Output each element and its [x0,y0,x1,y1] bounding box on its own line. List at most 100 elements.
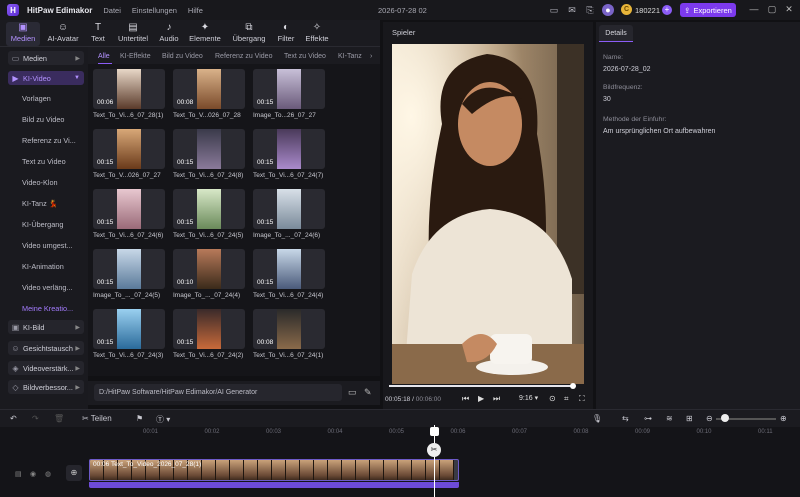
sidebar-item-ki-video[interactable]: ▶ KI-Video ▼ [8,71,84,85]
media-item[interactable]: 00:15 Image_To...26_07_27 [253,69,325,119]
undo-icon[interactable]: ↶ [10,414,17,423]
text-tool-icon[interactable]: Ⓣ ▾ [156,414,170,425]
scissors-icon[interactable]: ✂ [427,443,441,457]
link-icon[interactable]: ⇆ [622,414,629,423]
media-thumbnail[interactable]: 00:15 [93,129,165,169]
tab-text[interactable]: T Text [86,22,110,46]
prev-frame-icon[interactable]: ⏮ [462,394,469,404]
sidebar-item-vorlagen[interactable]: Vorlagen [22,94,51,103]
sidebar-item-medien[interactable]: ▭ Medien ▶ [8,51,84,65]
close-icon[interactable]: ✕ [783,4,795,15]
menu-einstellungen[interactable]: Einstellungen [132,6,177,15]
media-thumbnail[interactable]: 00:10 [173,249,245,289]
time-ruler[interactable]: 00:01 00:02 00:03 00:04 00:05 00:06 00:07 00:08… [88,427,800,439]
media-thumbnail[interactable]: 00:15 [253,249,325,289]
track-mute-icon[interactable]: ◍ [45,470,51,478]
media-thumbnail[interactable]: 00:15 [93,309,165,349]
split-button[interactable]: ✂ Teilen [82,414,112,423]
video-preview[interactable] [392,44,584,406]
play-icon[interactable]: ▶ [478,394,484,403]
tab-uebergang[interactable]: ⧉ Übergang [229,22,269,46]
sidebar-item-referenz-zu-video[interactable]: Referenz zu Vi... [22,136,76,145]
media-item[interactable]: 00:15 Text_To_Vi...6_07_24(3) [93,309,165,359]
tab-alle[interactable]: Alle [98,53,110,60]
media-item[interactable]: 00:15 Image_To_..._07_24(5) [93,249,165,299]
sidebar-item-ki-bild[interactable]: ▣ KI-Bild ▶ [8,320,84,334]
sidebar-item-meine-kreationen[interactable]: Meine Kreatio... [22,304,73,313]
delete-icon[interactable]: 🗑 [54,414,64,423]
next-frame-icon[interactable]: ⏭ [493,394,500,404]
track-visibility-icon[interactable]: ◉ [30,470,36,478]
sidebar-item-video-verlaengern[interactable]: Video verläng... [22,283,73,292]
media-item[interactable]: 00:15 Text_To_Vi...6_07_24(8) [173,129,245,179]
menu-hilfe[interactable]: Hilfe [188,6,203,15]
crop-icon[interactable]: ⌗ [564,394,569,404]
tab-audio[interactable]: ♪ Audio [156,22,182,46]
media-item[interactable]: 00:15 Text_To_Vi...6_07_24(5) [173,189,245,239]
timeline[interactable]: 00:01 00:02 00:03 00:04 00:05 00:06 00:07 00:08… [0,425,800,497]
edit-icon[interactable]: ✎ [364,387,372,398]
media-thumbnail[interactable]: 00:08 [173,69,245,109]
marker-icon[interactable]: ⚑ [136,414,143,423]
sidebar-item-text-zu-video[interactable]: Text zu Video [22,157,66,166]
sidebar-item-gesichtstausch[interactable]: ☺ Gesichtstausch ▶ [8,341,84,355]
zoom-out-icon[interactable]: ⊖ [706,414,713,423]
track-lock-icon[interactable]: ▤ [15,470,22,478]
progress-bar[interactable] [389,383,577,389]
zoom-in-icon[interactable]: ⊕ [780,414,787,423]
redo-icon[interactable]: ↷ [32,414,39,423]
media-item[interactable]: 00:10 Image_To_..._07_24(4) [173,249,245,299]
export-button[interactable]: ⇪ Exportieren [680,3,736,17]
fullscreen-icon[interactable]: ⛶ [579,394,585,404]
playhead-handle[interactable] [430,427,439,436]
media-thumbnail[interactable]: 00:15 [253,189,325,229]
zoom-slider-knob[interactable] [721,414,729,422]
add-media-icon[interactable]: ⊕ [66,465,82,481]
media-item[interactable]: 00:15 Text_To_V...026_07_27 [93,129,165,179]
progress-knob[interactable] [570,383,577,389]
sidebar-item-ki-uebergang[interactable]: KI-Übergang [22,220,63,229]
media-thumbnail[interactable]: 00:08 [253,309,325,349]
media-item[interactable]: 00:15 Text_To_Vi...6_07_24(2) [173,309,245,359]
media-item[interactable]: 00:15 Text_To_Vi...6_07_24(6) [93,189,165,239]
screen-icon[interactable]: ▭ [548,4,560,16]
media-item[interactable]: 00:08 Text_To_V...026_07_28 [173,69,245,119]
minimize-icon[interactable]: — [748,4,760,14]
add-credits-button[interactable]: + [662,5,672,15]
tab-ai-avatar[interactable]: ☺ AI-Avatar [44,22,82,46]
tab-details[interactable]: Details [599,25,633,42]
menu-datei[interactable]: Datei [103,6,121,15]
snapshot-icon[interactable]: ⊙ [549,394,556,403]
media-thumbnail[interactable]: 00:15 [93,249,165,289]
tab-ki-effekte[interactable]: KI-Effekte [120,53,151,60]
sidebar-item-videoverstaerker[interactable]: ◈ Videoverstärk... ▶ [8,361,84,375]
tab-bild-zu-video[interactable]: Bild zu Video [162,53,203,60]
media-item[interactable]: 00:06 Text_To_Vi...6_07_28(1) [93,69,165,119]
tab-effekte[interactable]: ✧ Effekte [302,22,332,46]
tab-medien[interactable]: ▣ Medien [6,22,40,46]
media-thumbnail[interactable]: 00:06 [93,69,165,109]
media-thumbnail[interactable]: 00:15 [93,189,165,229]
media-item[interactable]: 00:15 Image_To_..._07_24(6) [253,189,325,239]
sidebar-item-ki-tanz[interactable]: KI-Tanz 💃 [22,199,58,208]
tab-text-zu-video[interactable]: Text zu Video [284,53,326,60]
aspect-ratio-select[interactable]: 9:16 ▾ [519,394,538,402]
media-thumbnail[interactable]: 00:15 [173,309,245,349]
tab-filter[interactable]: ◐ Filter [274,22,298,46]
media-thumbnail[interactable]: 00:15 [253,129,325,169]
media-thumbnail[interactable]: 00:15 [253,69,325,109]
media-item[interactable]: 00:15 Text_To_Vi...6_07_24(7) [253,129,325,179]
microphone-icon[interactable]: 🎙 [592,414,602,423]
fit-icon[interactable]: ⊞ [686,414,693,423]
maximize-icon[interactable]: ▢ [766,4,778,15]
media-thumbnail[interactable]: 00:15 [173,189,245,229]
tab-ki-tanz[interactable]: KI-Tanz [338,53,362,60]
save-icon[interactable]: ⎘ [584,4,596,16]
tab-elemente[interactable]: ✦ Elemente [186,22,224,46]
audio-track-icon[interactable]: ≋ [666,414,673,423]
media-thumbnail[interactable]: 00:15 [173,129,245,169]
media-item[interactable]: 00:08 Text_To_Vi...6_07_24(1) [253,309,325,359]
sidebar-item-video-umgestalten[interactable]: Video umgest... [22,241,73,250]
feedback-icon[interactable]: ✉ [566,4,578,16]
folder-open-icon[interactable]: ▭ [348,387,357,398]
